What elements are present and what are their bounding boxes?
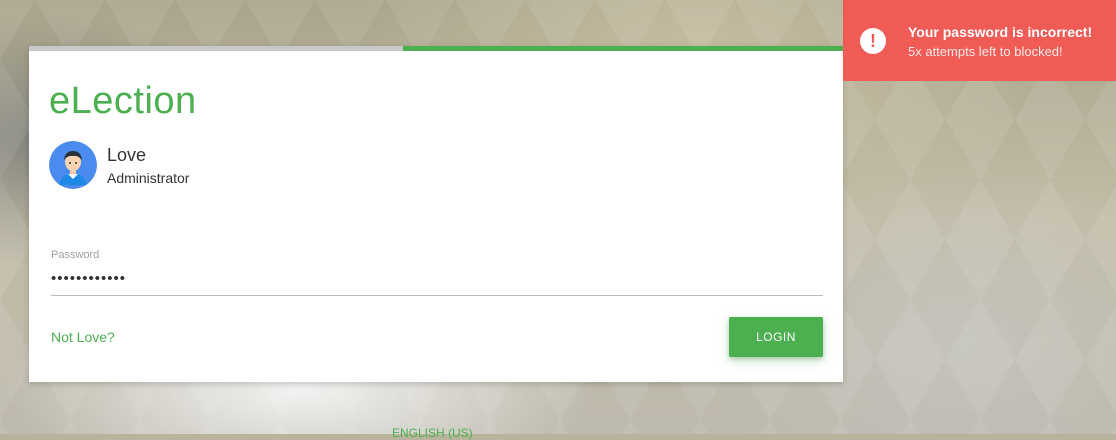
password-label: Password [51,249,100,261]
progress-bar [29,46,843,51]
not-user-link[interactable]: Not Love? [51,329,115,345]
password-field: Password [51,249,823,296]
app-title: eLection [49,80,197,122]
login-button[interactable]: LOGIN [729,317,823,357]
toast-message: 5x attempts left to blocked! [908,44,1063,59]
toast-title: Your password is incorrect! [908,24,1093,40]
progress-fill [403,46,843,51]
error-toast: ! Your password is incorrect! 5x attempt… [843,0,1116,81]
exclamation-icon: ! [860,28,886,54]
password-input[interactable] [51,266,823,296]
language-selector[interactable]: ENGLISH (US) [392,426,473,440]
user-role: Administrator [107,169,190,186]
user-name: Love [107,144,147,165]
user-info: Love Administrator [49,141,189,189]
user-avatar-icon [49,141,97,189]
login-card: eLection Love Administrator Password Not… [29,46,843,382]
